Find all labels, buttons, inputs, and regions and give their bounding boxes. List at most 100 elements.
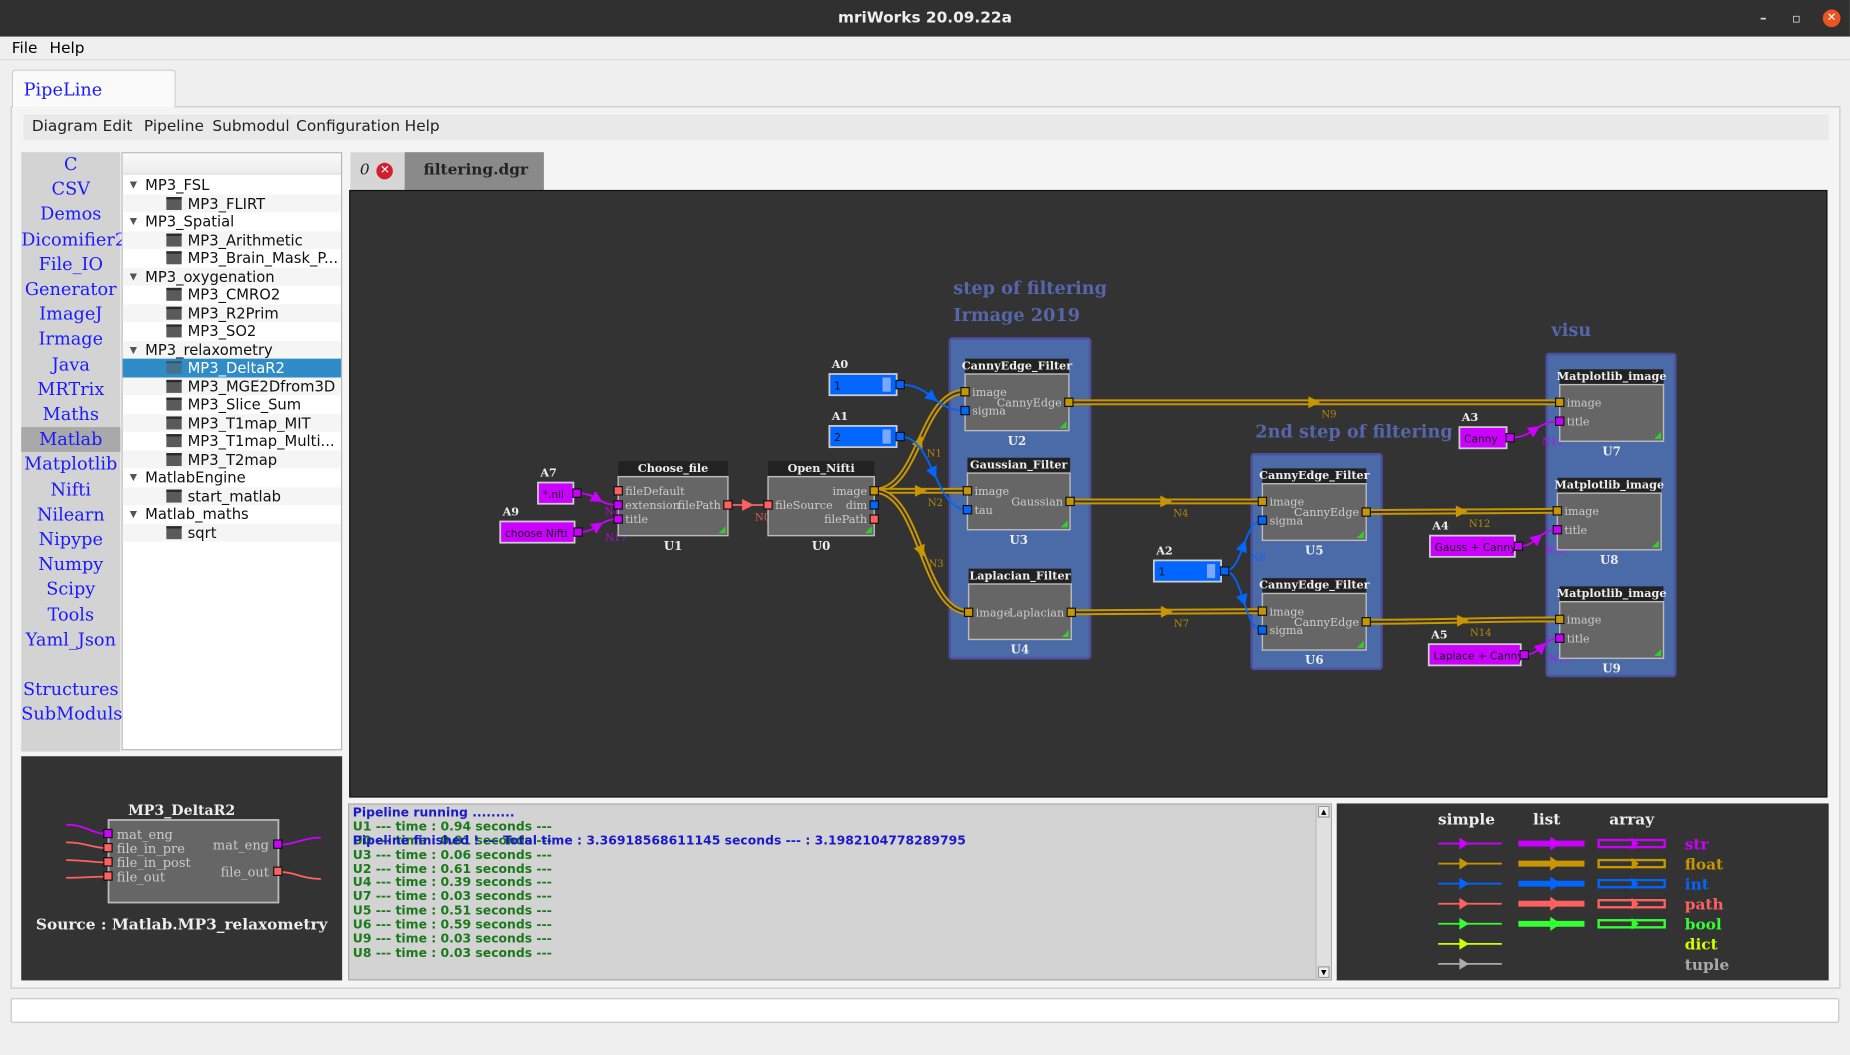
input-port[interactable]	[613, 514, 623, 524]
constant-A3[interactable]: A3 Canny	[1458, 410, 1515, 450]
minimize-button[interactable]: –	[1756, 11, 1771, 26]
input-port[interactable]	[963, 607, 974, 618]
tab-filtering-dgr[interactable]: filtering.dgr✕	[404, 152, 544, 217]
library-item-matplotlib[interactable]: Matplotlib	[21, 452, 120, 477]
menu-configuration[interactable]: Configuration	[296, 118, 400, 136]
input-port[interactable]	[1552, 525, 1563, 535]
input-port[interactable]	[1257, 515, 1268, 526]
tree-item[interactable]: ▼ MP3_relaxometry	[122, 340, 341, 359]
input-port[interactable]	[1554, 614, 1565, 625]
input-port[interactable]	[962, 504, 973, 515]
constant-value[interactable]: 1	[834, 379, 841, 392]
library-item-nilearn[interactable]: Nilearn	[21, 502, 120, 527]
tree-item[interactable]: MP3_T2map	[122, 450, 341, 469]
output-port[interactable]	[572, 488, 582, 498]
output-port[interactable]	[1065, 496, 1075, 507]
constant-A1[interactable]: A1 2	[828, 409, 905, 449]
library-item-mrtrix[interactable]: MRTrix	[21, 377, 120, 402]
library-item-imagej[interactable]: ImageJ	[21, 302, 120, 327]
tree-item[interactable]: start_matlab	[122, 486, 341, 505]
tree-item[interactable]: ▼ MatlabEngine	[123, 468, 341, 486]
library-item-java[interactable]: Java	[21, 352, 120, 377]
input-port[interactable]	[613, 486, 623, 496]
output-port[interactable]	[1064, 397, 1074, 408]
input-port[interactable]	[1554, 633, 1565, 643]
close-tab-icon[interactable]: ✕	[376, 162, 394, 179]
menu-edit[interactable]: Edit	[103, 118, 133, 136]
library-item-irmage[interactable]: Irmage	[21, 327, 120, 352]
expand-arrow-icon[interactable]: ▼	[130, 176, 137, 194]
library-item-generator[interactable]: Generator	[21, 277, 120, 302]
expand-arrow-icon[interactable]: ▼	[130, 212, 137, 230]
library-item-maths[interactable]: Maths	[21, 402, 120, 427]
menu-file[interactable]: File	[12, 40, 38, 58]
tree-item[interactable]: ▼ MP3_FSL	[123, 176, 341, 194]
tree-item[interactable]: ▼ MP3_oxygenation	[122, 267, 341, 286]
library-item-demos[interactable]: Demos	[21, 202, 120, 227]
spinbox-arrows-icon[interactable]	[882, 377, 891, 392]
input-port[interactable]	[1552, 506, 1563, 516]
input-port[interactable]	[613, 500, 623, 510]
output-port[interactable]	[895, 431, 905, 442]
link-N4[interactable]: N4	[1070, 495, 1263, 520]
output-port[interactable]	[723, 500, 733, 510]
status-bar-input[interactable]	[10, 998, 1840, 1023]
link-N7[interactable]: N7	[1071, 605, 1263, 630]
library-item-nifti[interactable]: Nifti	[21, 477, 120, 502]
expand-arrow-icon[interactable]: ▼	[130, 505, 137, 523]
tree-item[interactable]: MP3_Slice_Sum	[123, 395, 341, 413]
constant-A2[interactable]: A2 1	[1152, 544, 1230, 583]
input-port[interactable]	[763, 500, 773, 510]
menu-help[interactable]: Help	[50, 40, 85, 58]
input-port[interactable]	[960, 405, 970, 416]
node-U0[interactable]: Open_Nifti U0 fileSourceimagedimfilePath	[763, 461, 879, 553]
library-item-submoduls[interactable]: SubModuls	[21, 702, 122, 727]
output-port[interactable]	[869, 514, 879, 524]
constant-value[interactable]: *.nii	[543, 488, 564, 501]
library-item-yaml_json[interactable]: Yaml_Json	[21, 627, 120, 652]
tree-item[interactable]: MP3_SO2	[123, 322, 341, 340]
constant-A7[interactable]: A7 *.nii	[537, 466, 582, 505]
tree-item[interactable]: MP3_DeltaR2	[122, 358, 341, 377]
link-N12[interactable]: N12	[1366, 505, 1558, 530]
scroll-up-icon[interactable]: ▲	[1317, 805, 1330, 818]
input-port[interactable]	[1554, 397, 1565, 408]
library-item-scipy[interactable]: Scipy	[21, 577, 120, 602]
input-port[interactable]	[1554, 416, 1565, 426]
output-port[interactable]	[1519, 650, 1530, 660]
constant-value[interactable]: choose Nifti	[505, 527, 568, 540]
menu-diagram[interactable]: Diagram	[32, 118, 98, 136]
link-N14[interactable]: N14	[1366, 614, 1560, 639]
constant-value[interactable]: Canny	[1464, 432, 1498, 445]
input-port[interactable]	[1257, 625, 1268, 635]
spinbox-arrows-icon[interactable]	[882, 429, 891, 444]
menu-pipeline[interactable]: Pipeline	[144, 118, 204, 136]
library-item-csv[interactable]: CSV	[21, 177, 120, 202]
output-port[interactable]	[869, 500, 879, 510]
tree-item[interactable]: MP3_CMRO2	[123, 286, 341, 304]
menu-submodul[interactable]: Submodul	[212, 118, 289, 136]
restore-button[interactable]: ▫	[1789, 11, 1804, 26]
output-port[interactable]	[1361, 507, 1371, 517]
tree-item[interactable]: sqrt	[122, 523, 341, 542]
tree-item[interactable]: ▼ Matlab_maths	[123, 505, 341, 523]
library-item-dicomifier2[interactable]: Dicomifier2	[21, 227, 126, 252]
constant-value[interactable]: 2	[834, 431, 841, 444]
tree-item[interactable]: MP3_R2Prim	[122, 303, 341, 323]
input-port[interactable]	[1257, 496, 1268, 507]
output-port[interactable]	[573, 527, 583, 537]
expand-arrow-icon[interactable]: ▼	[130, 340, 137, 358]
tab-diagram-0[interactable]: 0 ✕	[350, 152, 405, 190]
library-item-tools[interactable]: Tools	[21, 602, 120, 627]
tree-item[interactable]: MP3_Brain_Mask_P...	[123, 249, 341, 267]
input-port[interactable]	[960, 386, 970, 397]
constant-value[interactable]: Laplace + Canny	[1433, 650, 1523, 663]
constant-A9[interactable]: A9 choose Nifti	[499, 505, 583, 544]
diagram-canvas[interactable]: step of filtering Irmage 2019 2nd step of …	[349, 189, 1828, 798]
output-port[interactable]	[1513, 541, 1524, 551]
output-port[interactable]	[1505, 432, 1515, 443]
scroll-down-icon[interactable]: ▼	[1317, 966, 1330, 979]
output-port[interactable]	[1066, 607, 1076, 618]
constant-A0[interactable]: A0 1	[828, 357, 905, 397]
output-port[interactable]	[1361, 617, 1371, 627]
